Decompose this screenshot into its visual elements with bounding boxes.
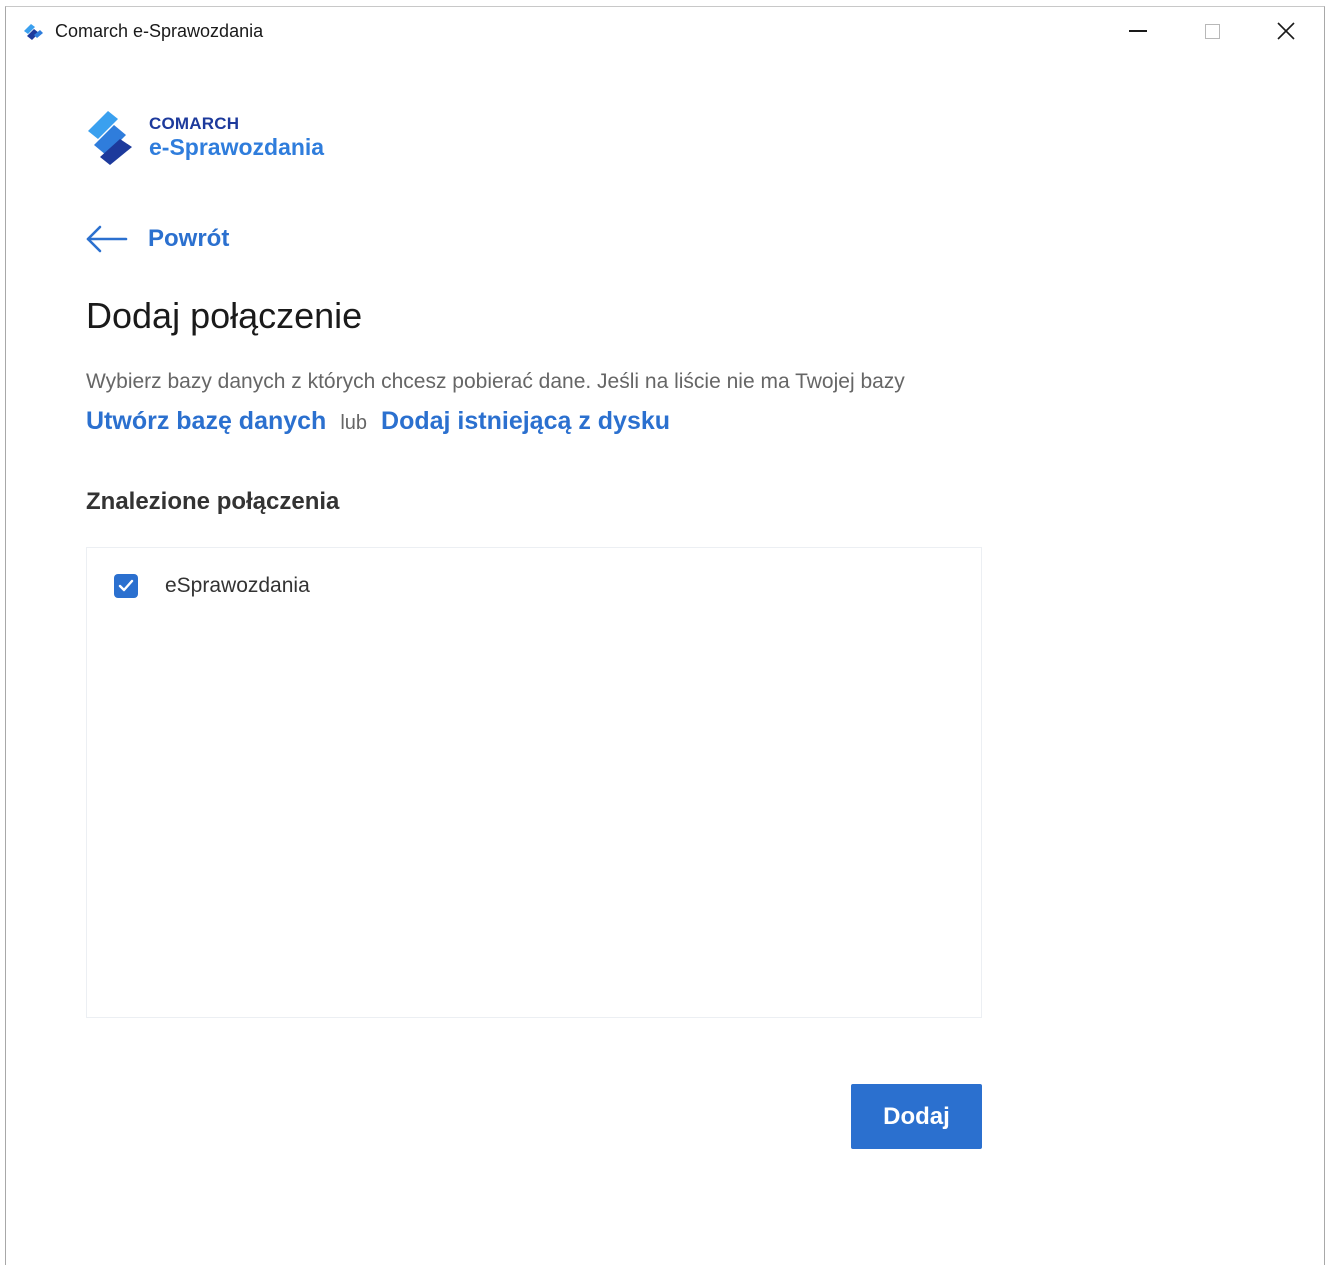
maximize-icon — [1204, 23, 1220, 39]
minimize-icon — [1129, 30, 1147, 32]
logo-brand-text: COMARCH — [149, 114, 240, 133]
close-icon — [1277, 22, 1295, 40]
close-button[interactable] — [1250, 7, 1322, 55]
app-window: Comarch e-Sprawozdania COMARCH e-Sprawoz… — [5, 6, 1325, 1265]
maximize-button[interactable] — [1176, 7, 1248, 55]
logo-product-text: e-Sprawozdania — [149, 134, 325, 160]
comarch-logo-icon — [88, 111, 132, 165]
create-database-link[interactable]: Utwórz bazę danych — [86, 407, 326, 436]
add-button[interactable]: Dodaj — [851, 1084, 982, 1149]
connection-label: eSprawozdania — [165, 574, 310, 597]
back-link[interactable]: Powrót — [86, 219, 229, 259]
arrow-left-icon — [86, 225, 128, 253]
connection-checkbox[interactable] — [114, 574, 138, 598]
page-description: Wybierz bazy danych z których chcesz pob… — [86, 370, 905, 393]
minimize-button[interactable] — [1102, 7, 1174, 55]
title-bar[interactable]: Comarch e-Sprawozdania — [6, 7, 1324, 55]
found-connections-heading: Znalezione połączenia — [86, 488, 340, 515]
database-actions: Utwórz bazę danych lub Dodaj istniejącą … — [86, 407, 670, 436]
window-title: Comarch e-Sprawozdania — [55, 21, 264, 41]
list-item[interactable]: eSprawozdania — [114, 574, 310, 598]
or-text: lub — [340, 412, 368, 434]
page-title: Dodaj połączenie — [86, 295, 363, 336]
checkmark-icon — [118, 579, 134, 592]
app-icon — [24, 24, 43, 40]
back-label: Powrót — [148, 225, 230, 252]
connections-list: eSprawozdania — [86, 547, 982, 1018]
add-existing-database-link[interactable]: Dodaj istniejącą z dysku — [381, 407, 670, 436]
